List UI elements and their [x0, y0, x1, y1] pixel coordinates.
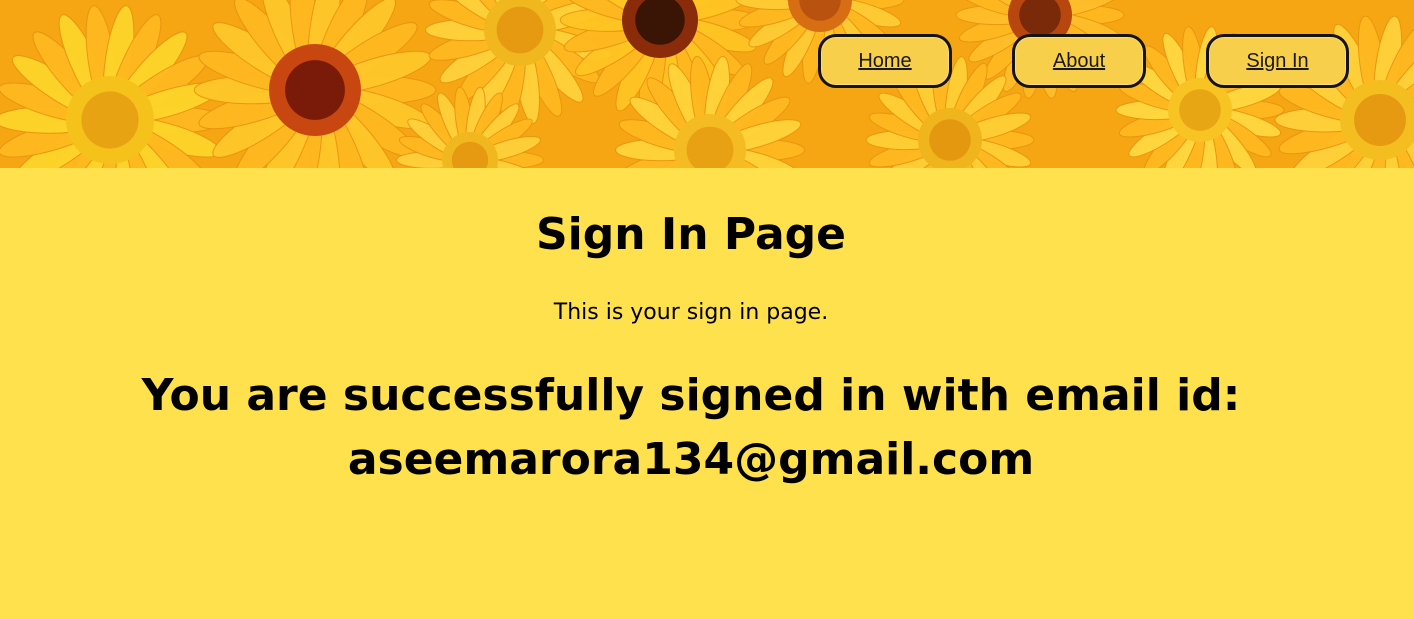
page-subtitle: This is your sign in page.	[553, 300, 829, 325]
flower-banner-image	[0, 0, 1414, 168]
signed-in-email: aseemarora134@gmail.com	[347, 434, 1035, 485]
success-message: You are successfully signed in with emai…	[0, 364, 1382, 492]
signin-nav-button[interactable]: Sign In	[1206, 34, 1349, 88]
success-message-line1: You are successfully signed in with emai…	[141, 370, 1241, 421]
home-nav-button[interactable]: Home	[818, 34, 952, 88]
page-title: Sign In Page	[535, 209, 847, 260]
main-content: Sign In Page This is your sign in page. …	[0, 168, 1414, 619]
flower-banner	[0, 0, 1414, 168]
about-nav-button[interactable]: About	[1012, 34, 1146, 88]
